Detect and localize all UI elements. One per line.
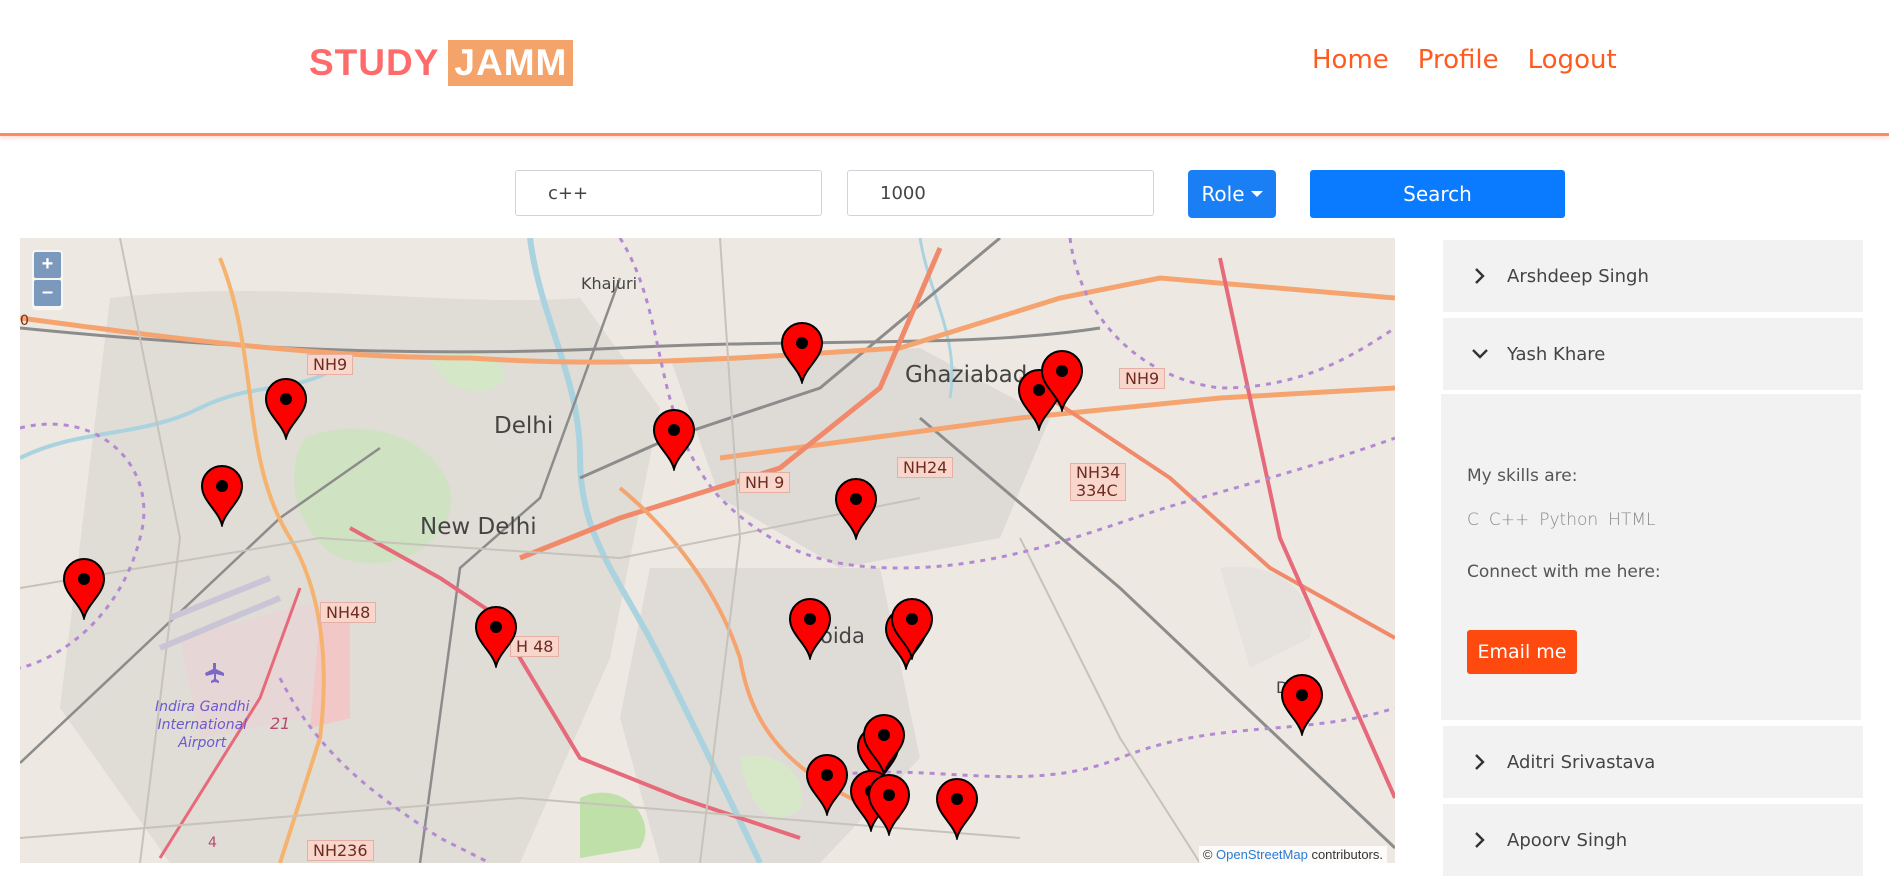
map-marker-pin[interactable]: [865, 774, 913, 836]
skill-tag: HTML: [1608, 510, 1656, 530]
map-marker-pin[interactable]: [786, 598, 834, 660]
map-attribution: © OpenStreetMap contributors.: [1198, 846, 1387, 863]
road-shield-nh34: NH34 334C: [1070, 463, 1127, 501]
nav-logout-link[interactable]: Logout: [1528, 45, 1617, 75]
map-label-r4: 4: [208, 835, 217, 851]
skill-tag: C++: [1488, 510, 1530, 530]
road-shield-nh9-west: NH9: [307, 354, 354, 375]
map-label-khajuri: Khajuri: [581, 274, 638, 293]
chevron-right-icon: [1475, 832, 1485, 848]
chevron-right-icon: [1475, 268, 1485, 284]
main-nav: Home Profile Logout: [1312, 45, 1617, 75]
chevron-down-icon: [1472, 349, 1488, 359]
map-marker-pin[interactable]: [1038, 350, 1086, 412]
caret-down-icon: [1250, 191, 1263, 197]
map-marker-pin[interactable]: [60, 558, 108, 620]
attribution-suffix: contributors.: [1311, 847, 1383, 862]
skills-search-input[interactable]: [515, 170, 822, 216]
user-name: Apoorv Singh: [1507, 829, 1628, 851]
accordion-detail-yash-khare: My skills are: C C++ Python HTML Connect…: [1441, 394, 1861, 720]
connect-text: Connect with me here:: [1467, 562, 1661, 582]
accordion-item-yash-khare[interactable]: Yash Khare: [1443, 318, 1863, 390]
brand-logo[interactable]: STUDY JAMM: [309, 40, 574, 86]
map-marker-pin[interactable]: [650, 409, 698, 471]
map-marker-pin[interactable]: [1278, 674, 1326, 736]
skill-tag: C: [1467, 510, 1479, 530]
role-dropdown-button[interactable]: Role: [1188, 170, 1276, 218]
road-shield-nh24: NH24: [897, 457, 954, 478]
map-label-delhi: Delhi: [494, 413, 554, 439]
skill-list: C C++ Python HTML: [1467, 510, 1655, 530]
map-label-airport: Indira Gandhi International Airport: [155, 699, 250, 751]
user-name: Aditri Srivastava: [1507, 751, 1656, 773]
map-marker-pin[interactable]: [778, 322, 826, 384]
map-marker-pin[interactable]: [262, 378, 310, 440]
distance-input[interactable]: [847, 170, 1154, 216]
map-marker-pin[interactable]: [832, 478, 880, 540]
map-label-new-delhi: New Delhi: [420, 514, 537, 540]
zoom-out-button[interactable]: –: [34, 280, 61, 306]
user-name: Yash Khare: [1507, 343, 1606, 365]
road-shield-nh9-east: NH9: [1119, 368, 1166, 389]
skills-heading: My skills are:: [1467, 466, 1578, 486]
accordion-item-arshdeep-singh[interactable]: Arshdeep Singh: [1443, 240, 1863, 312]
chevron-right-icon: [1475, 754, 1485, 770]
map-marker-pin[interactable]: [888, 598, 936, 660]
map-marker-pin[interactable]: [198, 465, 246, 527]
map-label-r21: 21: [270, 714, 291, 733]
map-view[interactable]: Khajuri Delhi New Delhi Ghaziabad oida I…: [20, 238, 1395, 863]
user-name: Arshdeep Singh: [1507, 265, 1649, 287]
accordion-item-apoorv-singh[interactable]: Apoorv Singh: [1443, 804, 1863, 876]
attribution-prefix: ©: [1202, 847, 1213, 862]
road-shield-nh236: NH236: [307, 840, 374, 861]
map-zoom-control: + –: [32, 250, 63, 310]
map-marker-pin[interactable]: [472, 606, 520, 668]
skill-tag: Python: [1539, 510, 1599, 530]
email-me-button[interactable]: Email me: [1467, 630, 1577, 674]
map-marker-pin[interactable]: [860, 714, 908, 776]
app-header: STUDY JAMM Home Profile Logout: [0, 0, 1889, 136]
zoom-in-button[interactable]: +: [34, 252, 61, 278]
search-button[interactable]: Search: [1310, 170, 1565, 218]
openstreetmap-link[interactable]: OpenStreetMap: [1216, 847, 1308, 862]
role-dropdown-label: Role: [1201, 182, 1245, 206]
map-marker-pin[interactable]: [933, 778, 981, 840]
road-shield-nh48-west: NH48: [320, 602, 377, 623]
nav-home-link[interactable]: Home: [1312, 45, 1389, 75]
brand-logo-jamm: JAMM: [448, 40, 574, 86]
map-label-ghaziabad: Ghaziabad: [905, 362, 1028, 388]
map-tiles: [20, 238, 1395, 863]
road-shield-nh9-mid: NH 9: [739, 472, 791, 493]
map-label-r0: 0: [20, 313, 29, 329]
brand-logo-study: STUDY: [309, 42, 440, 83]
accordion-item-aditri-srivastava[interactable]: Aditri Srivastava: [1443, 726, 1863, 798]
map-marker-pin[interactable]: [803, 754, 851, 816]
nav-profile-link[interactable]: Profile: [1418, 45, 1499, 75]
